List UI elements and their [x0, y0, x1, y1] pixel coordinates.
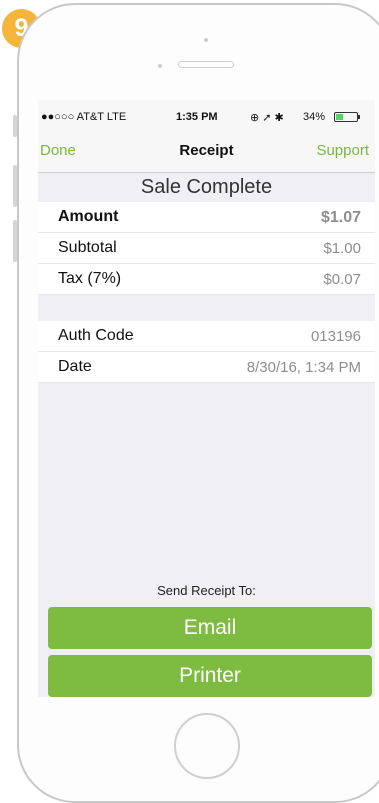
volume-down-button	[13, 220, 17, 262]
auth-code-row: Auth Code 013196	[38, 321, 375, 352]
subtotal-label: Subtotal	[58, 239, 117, 256]
status-time: 1:35 PM	[176, 111, 218, 123]
battery-nub	[358, 115, 360, 119]
auth-code-value: 013196	[310, 328, 361, 345]
status-bar: ●●○○○ AT&T LTE 1:35 PM ⊕ ➚ ✱ 34%	[38, 100, 375, 134]
email-button[interactable]: Email	[48, 607, 372, 649]
amount-row: Amount $1.07	[38, 202, 375, 233]
tax-value: $0.07	[323, 271, 361, 288]
proximity-sensor-icon	[158, 64, 162, 68]
tax-row: Tax (7%) $0.07	[38, 264, 375, 295]
date-label: Date	[58, 358, 92, 375]
amount-label: Amount	[58, 208, 119, 225]
subtotal-value: $1.00	[323, 240, 361, 257]
volume-up-button	[13, 165, 17, 207]
app-screen: ●●○○○ AT&T LTE 1:35 PM ⊕ ➚ ✱ 34% Receipt…	[38, 100, 375, 697]
date-row: Date 8/30/16, 1:34 PM	[38, 352, 375, 383]
printer-button[interactable]: Printer	[48, 655, 372, 697]
battery-fill	[336, 114, 343, 120]
date-value: 8/30/16, 1:34 PM	[246, 359, 361, 376]
earpiece-speaker	[178, 61, 234, 68]
carrier-signal: ●●○○○ AT&T LTE	[41, 111, 127, 123]
send-receipt-label: Send Receipt To:	[157, 583, 256, 598]
mute-switch	[13, 115, 17, 137]
auth-code-label: Auth Code	[58, 327, 134, 344]
sale-complete-heading: Sale Complete	[140, 176, 273, 198]
home-button[interactable]	[174, 713, 240, 779]
front-camera-icon	[204, 38, 208, 42]
battery-percent: 34%	[303, 111, 326, 123]
done-button[interactable]: Done	[40, 142, 76, 159]
amount-value: $1.07	[320, 209, 361, 226]
status-indicators-icon: ⊕ ➚ ✱	[250, 112, 284, 124]
navigation-bar: Receipt Done Support	[38, 134, 375, 173]
support-button[interactable]: Support	[316, 142, 369, 159]
subtotal-row: Subtotal $1.00	[38, 233, 375, 264]
tax-label: Tax (7%)	[58, 270, 122, 287]
battery-icon	[334, 112, 360, 122]
